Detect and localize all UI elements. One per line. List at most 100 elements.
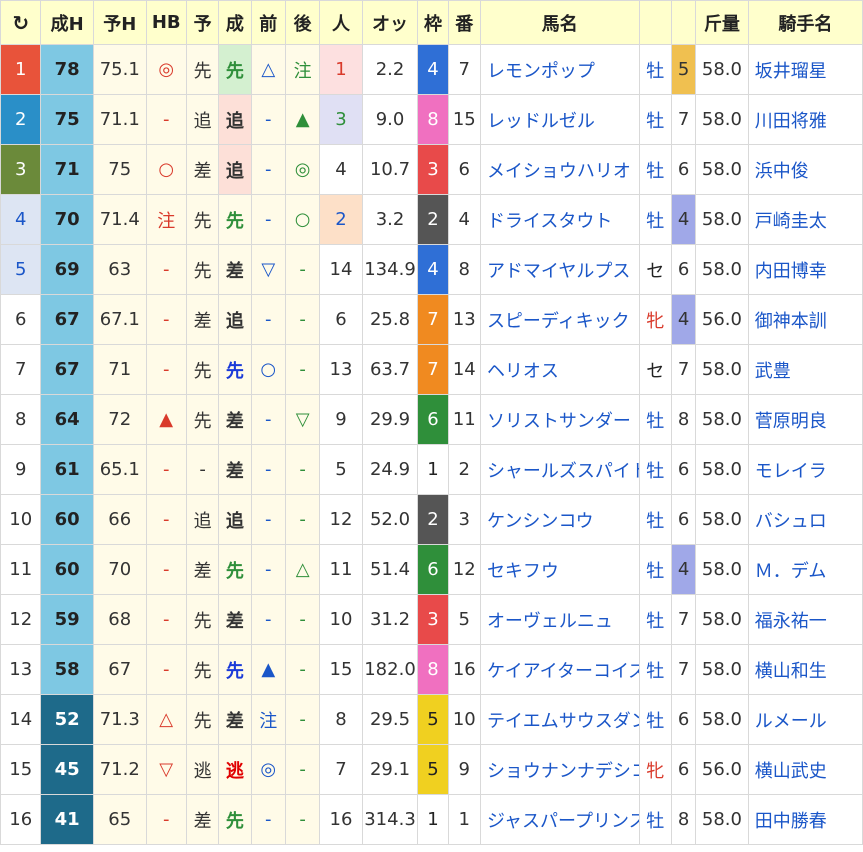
rider-link[interactable]: 福永祐一 bbox=[747, 594, 863, 645]
odds-cell: 52.0 bbox=[361, 494, 419, 545]
header-hb[interactable]: HB bbox=[145, 0, 187, 45]
table-row[interactable]: 11 60 70- 差先 - △ 11 51.4 6 12 セキフウ牡 4 58.0 Ｍ．デム bbox=[0, 544, 863, 595]
table-row[interactable]: 1 78 75.1 ◎ 先先 △ 注 1 2.2 4 7 レモンポップ牡 5 58.0 坂井瑠星 bbox=[0, 44, 863, 95]
ato-cell: △ bbox=[284, 544, 321, 595]
header-yo[interactable]: 予 bbox=[185, 0, 220, 45]
header-waku[interactable]: 枠 bbox=[417, 0, 449, 45]
table-row[interactable]: 9 61 65.1- - 差 - -5 24.9 1 2 シャールズスパイト牡 6 58.0 モレイラ bbox=[0, 444, 863, 495]
horse-name-link[interactable]: ケイアイターコイズ bbox=[479, 644, 640, 695]
rider-link[interactable]: 御神本訓 bbox=[747, 294, 863, 345]
mae-cell: ○ bbox=[250, 344, 286, 395]
odds-cell: 29.9 bbox=[361, 394, 419, 445]
table-row[interactable]: 16 41 65- 差先 - -16 314.3 1 1 ジャスパープリンス牡 8 58.0 田中勝春 bbox=[0, 794, 863, 845]
table-row[interactable]: 8 64 72 ▲ 先差 - ▽ 9 29.9 6 11 ソリストサンダー牡 8 58.0 菅原明良 bbox=[0, 394, 863, 445]
rank-cell: 16 bbox=[0, 794, 42, 845]
header-odds[interactable]: オッ bbox=[361, 0, 419, 45]
header-horse-name[interactable]: 馬名 bbox=[479, 0, 640, 45]
odds-cell: 51.4 bbox=[361, 544, 419, 595]
table-row[interactable]: 14 52 71.3 △ 先差注 -8 29.5 5 10 テイエムサウスダン牡 6 58.0 ルメール bbox=[0, 694, 863, 745]
horse-name-link[interactable]: レモンポップ bbox=[479, 44, 640, 95]
table-row[interactable]: 12 59 68- 先差 - -10 31.2 3 5 オーヴェルニュ牡 7 58.0 福永祐一 bbox=[0, 594, 863, 645]
rider-link[interactable]: 武豊 bbox=[747, 344, 863, 395]
ban-cell: 4 bbox=[447, 194, 481, 245]
waku-cell: 5 bbox=[417, 744, 449, 795]
mark-cell: 5 bbox=[670, 44, 697, 95]
horse-name-link[interactable]: ジャスパープリンス bbox=[479, 794, 640, 845]
yoh-cell: 72 bbox=[92, 394, 147, 445]
hb-cell: - bbox=[145, 644, 187, 695]
yoh-cell: 65.1 bbox=[92, 444, 147, 495]
horse-name-link[interactable]: ケンシンコウ bbox=[479, 494, 640, 545]
sei-cell: 先 bbox=[218, 44, 252, 95]
rank-cell: 12 bbox=[0, 594, 42, 645]
rider-link[interactable]: 横山武史 bbox=[747, 744, 863, 795]
table-row[interactable]: 2 75 71.1- 追追 - ▲ 3 9.0 8 15 レッドルゼル牡 7 58.0 川田将雅 bbox=[0, 94, 863, 145]
horse-name-link[interactable]: ソリストサンダー bbox=[479, 394, 640, 445]
rider-link[interactable]: モレイラ bbox=[747, 444, 863, 495]
rider-link[interactable]: 菅原明良 bbox=[747, 394, 863, 445]
table-row[interactable]: 5 69 63- 先差 ▽ -14 134.9 4 8 アドマイヤルプスセ 6 58.0 内田博幸 bbox=[0, 244, 863, 295]
odds-cell: 314.3 bbox=[361, 794, 419, 845]
sei-cell: 差 bbox=[218, 394, 252, 445]
odds-cell: 63.7 bbox=[361, 344, 419, 395]
table-row[interactable]: 7 67 71- 先先 ○ -13 63.7 7 14 ヘリオスセ 7 58.0 武豊 bbox=[0, 344, 863, 395]
sei-cell: 先 bbox=[218, 644, 252, 695]
rider-link[interactable]: Ｍ．デム bbox=[747, 544, 863, 595]
rider-link[interactable]: 横山和生 bbox=[747, 644, 863, 695]
header-sei[interactable]: 成 bbox=[218, 0, 252, 45]
rank-cell: 8 bbox=[0, 394, 42, 445]
horse-name-link[interactable]: テイエムサウスダン bbox=[479, 694, 640, 745]
yo-cell: 差 bbox=[185, 794, 220, 845]
mark-cell: 6 bbox=[670, 694, 697, 745]
horse-name-link[interactable]: ドライスタウト bbox=[479, 194, 640, 245]
kinryo-cell: 58.0 bbox=[695, 344, 749, 395]
rider-link[interactable]: 田中勝春 bbox=[747, 794, 863, 845]
waku-cell: 6 bbox=[417, 544, 449, 595]
ato-cell: - bbox=[284, 444, 321, 495]
rider-link[interactable]: 戸崎圭太 bbox=[747, 194, 863, 245]
header-reload-icon[interactable]: ↻ bbox=[0, 0, 42, 45]
table-row[interactable]: 15 45 71.2 ▽ 逃逃 ◎ -7 29.1 5 9 ショウナンナデシコ牝 6 56.0 横山武史 bbox=[0, 744, 863, 795]
header-rider[interactable]: 騎手名 bbox=[747, 0, 863, 45]
horse-name-link[interactable]: シャールズスパイト bbox=[479, 444, 640, 495]
horse-name-link[interactable]: ヘリオス bbox=[479, 344, 640, 395]
table-row[interactable]: 13 58 67- 先先 ▲ -15 182.0 8 16 ケイアイターコイズ牡 7 58.0 横山和生 bbox=[0, 644, 863, 695]
table-row[interactable]: 6 67 67.1- 差追 - -6 25.8 7 13 スピーディキック牝 4 56.0 御神本訓 bbox=[0, 294, 863, 345]
horse-name-link[interactable]: レッドルゼル bbox=[479, 94, 640, 145]
sex-cell: セ bbox=[638, 244, 672, 295]
horse-name-link[interactable]: メイショウハリオ bbox=[479, 144, 640, 195]
seih-cell: 67 bbox=[40, 344, 94, 395]
rider-link[interactable]: 川田将雅 bbox=[747, 94, 863, 145]
rider-link[interactable]: ルメール bbox=[747, 694, 863, 745]
header-ninki[interactable]: 人 bbox=[319, 0, 363, 45]
horse-name-link[interactable]: オーヴェルニュ bbox=[479, 594, 640, 645]
rider-link[interactable]: 坂井瑠星 bbox=[747, 44, 863, 95]
kinryo-cell: 58.0 bbox=[695, 444, 749, 495]
header-kinryo[interactable]: 斤量 bbox=[695, 0, 749, 45]
hb-cell: - bbox=[145, 244, 187, 295]
table-row[interactable]: 3 71 75 ○ 差追 - ◎ 4 10.7 3 6 メイショウハリオ牡 6 58.0 浜中俊 bbox=[0, 144, 863, 195]
hb-cell: △ bbox=[145, 694, 187, 745]
horse-name-link[interactable]: ショウナンナデシコ bbox=[479, 744, 640, 795]
table-row[interactable]: 10 60 66- 追追 - -12 52.0 2 3 ケンシンコウ牡 6 58.0 バシュロ bbox=[0, 494, 863, 545]
rider-link[interactable]: 浜中俊 bbox=[747, 144, 863, 195]
rider-link[interactable]: バシュロ bbox=[747, 494, 863, 545]
header-yoh[interactable]: 予H bbox=[92, 0, 147, 45]
yo-cell: 先 bbox=[185, 44, 220, 95]
ato-cell: - bbox=[284, 594, 321, 645]
rank-cell: 14 bbox=[0, 694, 42, 745]
seih-cell: 70 bbox=[40, 194, 94, 245]
sex-cell: セ bbox=[638, 344, 672, 395]
rider-link[interactable]: 内田博幸 bbox=[747, 244, 863, 295]
header-ato[interactable]: 後 bbox=[284, 0, 321, 45]
table-row[interactable]: 4 70 71.4 注先先 - ○ 2 3.2 2 4 ドライスタウト牡 4 58.0 戸崎圭太 bbox=[0, 194, 863, 245]
header-seih[interactable]: 成H bbox=[40, 0, 94, 45]
yoh-cell: 65 bbox=[92, 794, 147, 845]
horse-name-link[interactable]: スピーディキック bbox=[479, 294, 640, 345]
header-sex bbox=[638, 0, 672, 45]
mark-cell: 6 bbox=[670, 244, 697, 295]
horse-name-link[interactable]: セキフウ bbox=[479, 544, 640, 595]
header-ban[interactable]: 番 bbox=[447, 0, 481, 45]
header-mae[interactable]: 前 bbox=[250, 0, 286, 45]
horse-name-link[interactable]: アドマイヤルプス bbox=[479, 244, 640, 295]
